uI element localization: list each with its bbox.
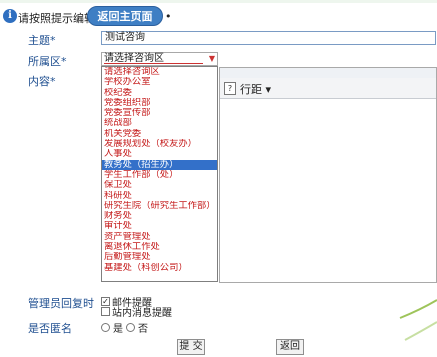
top-band — [0, 0, 437, 3]
spellcheck-underline — [104, 63, 203, 64]
anonymous-yes-option[interactable]: 是 — [101, 320, 123, 335]
dropdown-option[interactable]: 资产管理处 — [102, 232, 217, 242]
site-msg-notify-checkbox[interactable] — [101, 307, 110, 316]
site-msg-notify-label: 站内消息提醒 — [112, 308, 172, 319]
info-icon: i — [3, 9, 17, 23]
editor-toolbar: ? 行距 ▾ — [220, 78, 436, 99]
reply-notify-label: 管理员回复时 — [28, 297, 94, 310]
anonymous-yes-label: 是 — [113, 324, 123, 335]
dropdown-option[interactable]: 学生工作部（处） — [102, 170, 217, 180]
dropdown-option[interactable]: 后勤管理处 — [102, 252, 217, 262]
content-label: 内容* — [28, 75, 56, 88]
dropdown-option[interactable]: 党委组织部 — [102, 98, 217, 108]
dropdown-option[interactable]: 人事处 — [102, 149, 217, 159]
anonymous-yes-radio[interactable] — [101, 323, 110, 332]
dropdown-option[interactable]: 财务处 — [102, 211, 217, 221]
dropdown-option[interactable]: 保卫处 — [102, 180, 217, 190]
subject-label: 主题* — [28, 34, 56, 47]
dropdown-option[interactable]: 离退休工作处 — [102, 242, 217, 252]
subject-input[interactable]: 测试咨询 — [101, 31, 436, 45]
dropdown-option[interactable]: 学校办公室 — [102, 77, 217, 87]
help-icon[interactable]: ? — [224, 82, 236, 95]
dropdown-option[interactable]: 审计处 — [102, 221, 217, 231]
dropdown-option[interactable]: 教务处（招生办） — [102, 159, 217, 170]
dropdown-option[interactable]: 校纪委 — [102, 88, 217, 98]
line-spacing-dropdown[interactable]: 行距 ▾ — [240, 81, 271, 97]
anonymous-label: 是否匿名 — [28, 322, 72, 335]
district-label: 所属区* — [28, 55, 67, 68]
anonymous-no-label: 否 — [138, 324, 148, 335]
dropdown-option[interactable]: 机关党委 — [102, 129, 217, 139]
dropdown-option[interactable]: 基建处（科创公司） — [102, 263, 217, 273]
dropdown-option[interactable]: 党委宣传部 — [102, 108, 217, 118]
dropdown-option[interactable]: 发展规划处（校友办） — [102, 139, 217, 149]
site-msg-notify-option[interactable]: 站内消息提醒 — [101, 304, 172, 319]
anonymous-no-option[interactable]: 否 — [126, 320, 148, 335]
dropdown-option[interactable]: 科研处 — [102, 191, 217, 201]
chevron-down-icon[interactable]: ▼ — [209, 53, 215, 65]
content-editor[interactable]: ? 行距 ▾ — [219, 67, 437, 283]
bullet-dot: • — [165, 10, 172, 23]
dropdown-option[interactable]: 研究生院（研究生工作部） — [102, 201, 217, 211]
back-to-main-button[interactable]: 返回主页面 — [87, 6, 163, 26]
district-select[interactable]: 请选择咨询区 ▼ — [101, 52, 218, 66]
district-dropdown-list[interactable]: 请选择咨询区 学校办公室 校纪委 党委组织部 党委宣传部 统战部 机关党委 发展规划处（校友办… — [101, 66, 218, 282]
back-button[interactable]: 返回 — [276, 339, 304, 355]
page-title: 请按照提示编辑 — [18, 12, 95, 25]
anonymous-no-radio[interactable] — [126, 323, 135, 332]
dropdown-option[interactable]: 统战部 — [102, 118, 217, 128]
dropdown-option[interactable]: 请选择咨询区 — [102, 67, 217, 77]
submit-button[interactable]: 提 交 — [177, 339, 205, 355]
page-header: i 请按照提示编辑 返回主页面 • — [0, 5, 437, 31]
